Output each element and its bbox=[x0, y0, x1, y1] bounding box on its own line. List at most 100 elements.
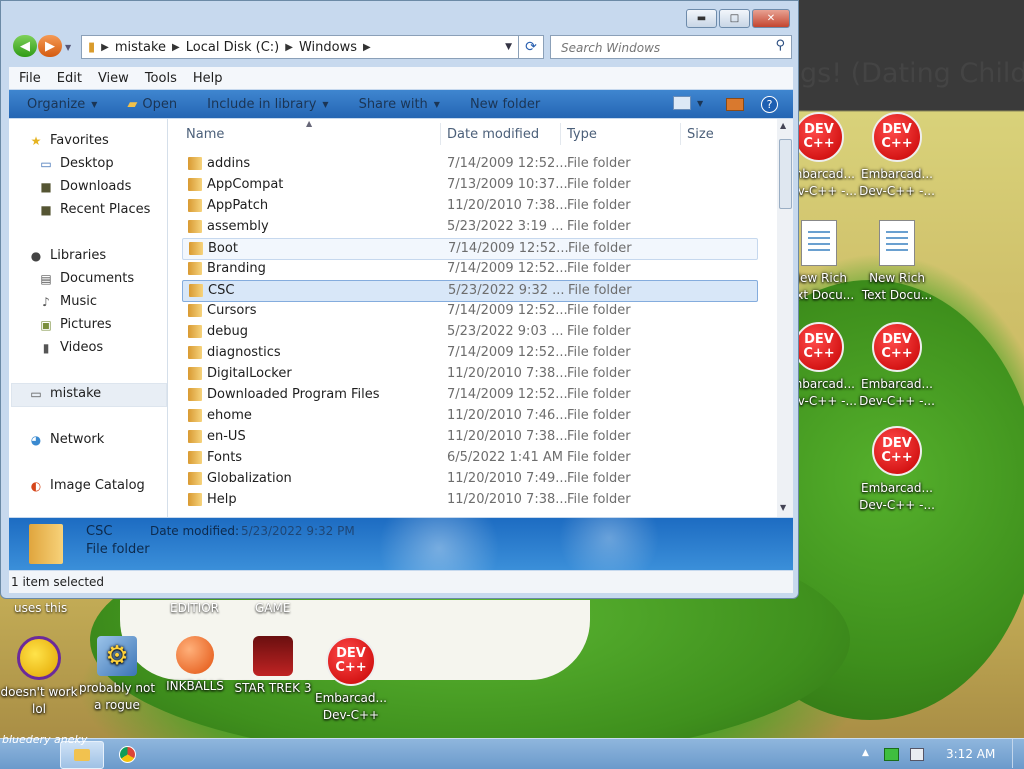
desktop-icon-label: INKBALLS bbox=[166, 679, 224, 693]
recent-pages-chevron-icon[interactable]: ▼ bbox=[65, 43, 71, 57]
scroll-up-icon[interactable]: ▲ bbox=[780, 121, 786, 130]
file-row-boot[interactable]: Boot 7/14/2009 12:52... File folder bbox=[182, 238, 758, 260]
close-button[interactable]: ✕ bbox=[752, 9, 790, 28]
file-row-appcompat[interactable]: AppCompat 7/13/2009 10:37... File folder bbox=[182, 175, 756, 195]
folder-icon bbox=[188, 346, 202, 359]
file-row-addins[interactable]: addins 7/14/2009 12:52... File folder bbox=[182, 154, 756, 174]
nav-pictures[interactable]: ▣ Pictures bbox=[39, 317, 111, 332]
nav-music[interactable]: ♪ Music bbox=[39, 294, 97, 309]
desktop-icon-star-trek[interactable]: STAR TREK 3 bbox=[234, 636, 312, 697]
taskbar-clock[interactable]: 3:12 AM bbox=[946, 747, 995, 761]
file-row-en-us[interactable]: en-US 11/20/2010 7:38... File folder bbox=[182, 427, 756, 447]
file-row-branding[interactable]: Branding 7/14/2009 12:52... File folder bbox=[182, 259, 756, 279]
nav-label: Libraries bbox=[50, 248, 107, 263]
desktop-icon-devcpp-4[interactable]: DEV C++ Embarcad... Dev-C++ -... bbox=[858, 322, 936, 410]
star-trek-icon bbox=[253, 636, 293, 676]
gears-icon: ⚙ bbox=[97, 636, 137, 676]
desktop-icon-rogue[interactable]: ⚙ probably not a rogue bbox=[78, 636, 156, 714]
desktop-icon-devcpp-6[interactable]: DEV C++ Embarcad... Dev-C++ bbox=[312, 636, 390, 724]
desktop-icon-yahoo[interactable]: doesn't work lol bbox=[0, 636, 78, 718]
search-input[interactable] bbox=[559, 38, 763, 58]
address-bar[interactable]: ▮ ▶ mistake ▶ Local Disk (C:) ▶ Windows … bbox=[81, 35, 519, 59]
file-row-diagnostics[interactable]: diagnostics 7/14/2009 12:52... File folder bbox=[182, 343, 756, 363]
file-row-cursors[interactable]: Cursors 7/14/2009 12:52... File folder bbox=[182, 301, 756, 321]
new-folder-button[interactable]: New folder bbox=[470, 97, 540, 112]
file-name: debug bbox=[207, 324, 248, 339]
network-status-icon[interactable] bbox=[884, 748, 899, 761]
file-row-downloaded-program-files[interactable]: Downloaded Program Files 7/14/2009 12:52.… bbox=[182, 385, 756, 405]
file-row-ehome[interactable]: ehome 11/20/2010 7:46... File folder bbox=[182, 406, 756, 426]
folder-icon bbox=[188, 367, 202, 380]
column-header-type[interactable]: Type bbox=[567, 127, 597, 142]
system-tray-icon[interactable] bbox=[910, 748, 924, 761]
nav-videos[interactable]: ▮ Videos bbox=[39, 340, 104, 355]
file-list: Name ▲ Date modified Type Size addins 7/1… bbox=[168, 119, 777, 517]
file-row-help[interactable]: Help 11/20/2010 7:38... File folder bbox=[182, 490, 756, 510]
file-row-assembly[interactable]: assembly 5/23/2022 3:19 ... File folder bbox=[182, 217, 756, 237]
file-row-apppatch[interactable]: AppPatch 11/20/2010 7:38... File folder bbox=[182, 196, 756, 216]
column-divider[interactable] bbox=[440, 123, 441, 145]
videos-icon: ▮ bbox=[42, 340, 50, 355]
view-icon bbox=[673, 96, 691, 110]
scrollbar-thumb[interactable] bbox=[779, 139, 792, 209]
desktop-icon-devcpp-5[interactable]: DEV C++ Embarcad... Dev-C++ -... bbox=[858, 426, 936, 514]
details-date-value: 5/23/2022 9:32 PM bbox=[241, 524, 355, 538]
file-type: File folder bbox=[567, 198, 631, 213]
nav-mistake[interactable]: ▭ mistake bbox=[29, 386, 101, 401]
nav-favorites[interactable]: ★ Favorites bbox=[29, 133, 109, 148]
menu-view[interactable]: View bbox=[98, 71, 129, 86]
folder-icon bbox=[188, 493, 202, 506]
menu-file[interactable]: File bbox=[19, 71, 41, 86]
menu-edit[interactable]: Edit bbox=[57, 71, 82, 86]
column-divider[interactable] bbox=[680, 123, 681, 145]
organize-button[interactable]: Organize ▼ bbox=[27, 97, 97, 112]
maximize-button[interactable]: □ bbox=[719, 9, 750, 28]
column-header-name[interactable]: Name bbox=[186, 127, 224, 142]
preview-pane-button[interactable] bbox=[726, 98, 744, 111]
nav-desktop[interactable]: ▭ Desktop bbox=[39, 156, 113, 171]
column-header-size[interactable]: Size bbox=[687, 127, 714, 142]
change-view-button[interactable]: ▼ bbox=[673, 96, 703, 110]
open-button[interactable]: ▰ Open bbox=[127, 97, 177, 112]
file-row-globalization[interactable]: Globalization 11/20/2010 7:49... File fold… bbox=[182, 469, 756, 489]
menu-help[interactable]: Help bbox=[193, 71, 223, 86]
status-bar: 1 item selected bbox=[9, 571, 793, 593]
show-hidden-icons-icon[interactable]: ▲ bbox=[862, 748, 869, 758]
desktop-icon-inkballs[interactable]: INKBALLS bbox=[156, 636, 234, 695]
forward-button[interactable]: ▶ bbox=[38, 35, 62, 57]
nav-libraries[interactable]: ● Libraries bbox=[29, 248, 106, 263]
breadcrumb-windows[interactable]: Windows bbox=[299, 40, 357, 55]
desktop-icon-rtf-2[interactable]: New Rich Text Docu... bbox=[858, 220, 936, 304]
back-button[interactable]: ◀ bbox=[13, 35, 37, 57]
breadcrumb-separator-icon: ▶ bbox=[362, 41, 371, 53]
column-divider[interactable] bbox=[560, 123, 561, 145]
refresh-button[interactable]: ⟳ bbox=[518, 35, 544, 59]
file-row-fonts[interactable]: Fonts 6/5/2022 1:41 AM File folder bbox=[182, 448, 756, 468]
scroll-down-icon[interactable]: ▼ bbox=[780, 503, 786, 512]
documents-icon: ▤ bbox=[40, 271, 52, 286]
file-row-debug[interactable]: debug 5/23/2022 9:03 ... File folder bbox=[182, 322, 756, 342]
share-with-button[interactable]: Share with ▼ bbox=[359, 97, 440, 112]
column-header-date[interactable]: Date modified bbox=[447, 127, 539, 142]
nav-image-catalog[interactable]: ◐ Image Catalog bbox=[29, 478, 145, 493]
show-desktop-button[interactable] bbox=[1012, 739, 1024, 768]
menu-tools[interactable]: Tools bbox=[145, 71, 177, 86]
minimize-button[interactable]: ▬ bbox=[686, 9, 717, 28]
breadcrumb-local-disk[interactable]: Local Disk (C:) bbox=[186, 40, 279, 55]
file-name: Help bbox=[207, 492, 237, 507]
address-dropdown-icon[interactable]: ▼ bbox=[505, 42, 512, 52]
nav-network[interactable]: ◕ Network bbox=[29, 432, 105, 447]
file-row-digitallocker[interactable]: DigitalLocker 11/20/2010 7:38... File fold… bbox=[182, 364, 756, 384]
nav-downloads[interactable]: ■ Downloads bbox=[39, 179, 131, 194]
breadcrumb-mistake[interactable]: mistake bbox=[115, 40, 166, 55]
file-row-csc[interactable]: CSC 5/23/2022 9:32 ... File folder bbox=[182, 280, 758, 302]
file-date: 11/20/2010 7:38... bbox=[447, 198, 568, 213]
desktop-icon-devcpp-2[interactable]: DEV C++ Embarcad... Dev-C++ -... bbox=[858, 112, 936, 200]
taskbar-chrome-button[interactable] bbox=[110, 741, 144, 767]
help-button[interactable]: ? bbox=[761, 96, 778, 113]
search-icon[interactable]: ⚲ bbox=[775, 38, 785, 53]
vertical-scrollbar[interactable]: ▲ ▼ bbox=[777, 119, 793, 517]
nav-documents[interactable]: ▤ Documents bbox=[39, 271, 134, 286]
nav-recent-places[interactable]: ■ Recent Places bbox=[39, 202, 150, 217]
include-in-library-button[interactable]: Include in library ▼ bbox=[207, 97, 328, 112]
